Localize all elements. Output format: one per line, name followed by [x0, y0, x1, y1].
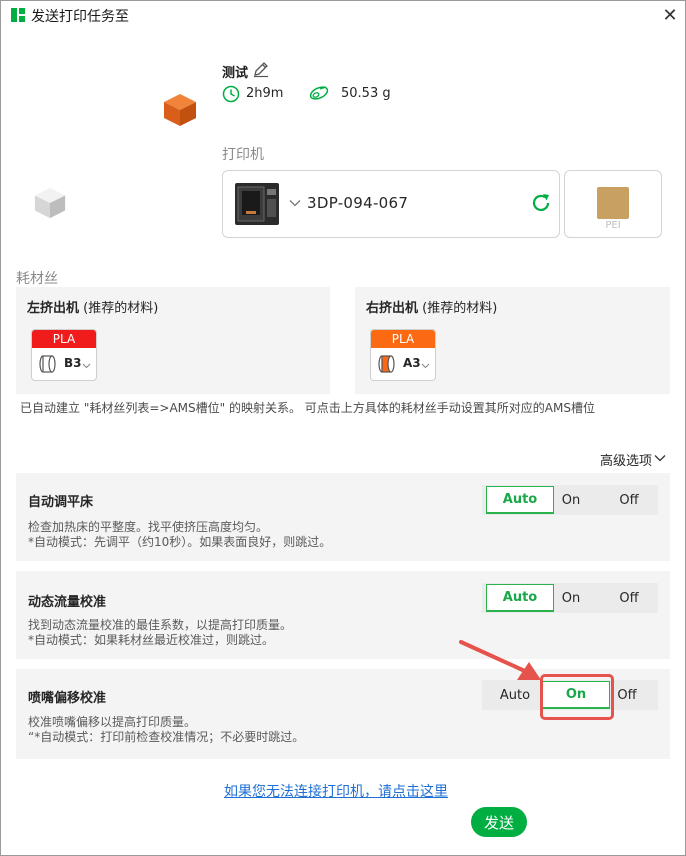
filament-section-label: 耗材丝: [16, 271, 58, 287]
option-title: 喷嘴偏移校准: [28, 691, 107, 706]
mode-auto[interactable]: Auto: [486, 680, 544, 710]
model-name: 测试: [222, 66, 249, 81]
chevron-down-icon[interactable]: [654, 452, 666, 464]
mode-off[interactable]: Off: [600, 485, 658, 515]
cannot-connect-help-link[interactable]: 如果您无法连接打印机，请点击这里: [224, 781, 448, 801]
mode-segmented-control: Auto On Off: [482, 680, 658, 710]
mode-auto[interactable]: Auto: [486, 584, 554, 612]
option-flow-calibration: 动态流量校准 找到动态流量校准的最佳系数，以提高打印质量。 *自动模式：如果耗材…: [16, 571, 670, 659]
right-extruder-panel: 右挤出机 (推荐的材料) PLA A3: [355, 287, 670, 394]
chevron-down-icon: [421, 363, 430, 369]
print-time: 2h9m: [246, 86, 284, 101]
plate-type-label: PEI: [605, 220, 621, 231]
clock-icon: [222, 85, 240, 103]
filament-weight-icon: [309, 86, 329, 100]
model-cube-gray-icon: [34, 187, 66, 219]
option-description: 找到动态流量校准的最佳系数，以提高打印质量。 *自动模式：如果耗材丝最近校准过，…: [28, 618, 293, 647]
advanced-options-toggle[interactable]: 高级选项: [600, 450, 652, 469]
mode-on[interactable]: On: [556, 485, 586, 515]
mapping-note: 已自动建立 "耗材丝列表=>AMS槽位" 的映射关系。 可点击上方具体的耗材丝手…: [20, 401, 595, 415]
send-button[interactable]: 发送: [471, 807, 527, 837]
mode-off[interactable]: Off: [600, 583, 658, 613]
printer-image-icon: [235, 183, 279, 225]
spool-icon: [39, 355, 56, 373]
left-filament-card[interactable]: PLA B3: [31, 329, 97, 381]
printer-selector[interactable]: 3DP-094-067: [222, 170, 560, 238]
printer-name: 3DP-094-067: [307, 194, 409, 212]
close-button[interactable]: ✕: [656, 2, 684, 28]
mode-segmented-control: Auto On Off: [482, 583, 658, 613]
option-bed-leveling: 自动调平床 检查加热床的平整度。找平使挤压高度均匀。 *自动模式：先调平（约10…: [16, 473, 670, 561]
edit-name-icon[interactable]: [252, 60, 270, 78]
option-nozzle-offset-calibration: 喷嘴偏移校准 校准喷嘴偏移以提高打印质量。 “*自动模式：打印前检查校准情况；不…: [16, 669, 670, 759]
option-title: 动态流量校准: [28, 595, 107, 610]
title-bar: 发送打印任务至 ✕: [0, 0, 686, 32]
mode-on[interactable]: On: [556, 583, 586, 613]
close-icon: ✕: [662, 4, 678, 26]
mode-auto[interactable]: Auto: [486, 486, 554, 514]
mode-on[interactable]: On: [542, 681, 610, 709]
left-extruder-title: 左挤出机 (推荐的材料): [27, 301, 159, 316]
chevron-down-icon: [82, 363, 91, 369]
mode-off[interactable]: Off: [612, 680, 642, 710]
option-description: 检查加热床的平整度。找平使挤压高度均匀。 *自动模式：先调平（约10秒）。如果表…: [28, 520, 332, 549]
window-title: 发送打印任务至: [31, 9, 129, 25]
pei-plate-icon: [597, 187, 629, 219]
model-cube-orange-icon: [164, 94, 196, 126]
filament-weight: 50.53 g: [341, 86, 391, 101]
refresh-icon[interactable]: [529, 191, 553, 215]
ams-slot-label: A3: [403, 356, 421, 370]
printer-section-label: 打印机: [222, 147, 264, 163]
spool-icon: [378, 355, 395, 373]
app-logo-icon: [11, 8, 25, 22]
filament-type-label: PLA: [32, 330, 96, 348]
chevron-down-icon[interactable]: [289, 197, 301, 209]
right-filament-card[interactable]: PLA A3: [370, 329, 436, 381]
option-title: 自动调平床: [28, 495, 94, 510]
ams-slot-label: B3: [64, 356, 82, 370]
plate-type-selector[interactable]: PEI: [564, 170, 662, 238]
mode-segmented-control: Auto On Off: [482, 485, 658, 515]
option-description: 校准喷嘴偏移以提高打印质量。 “*自动模式：打印前检查校准情况；不必要时跳过。: [28, 715, 305, 744]
filament-type-label: PLA: [371, 330, 435, 348]
right-extruder-title: 右挤出机 (推荐的材料): [366, 301, 498, 316]
left-extruder-panel: 左挤出机 (推荐的材料) PLA B3: [16, 287, 330, 394]
